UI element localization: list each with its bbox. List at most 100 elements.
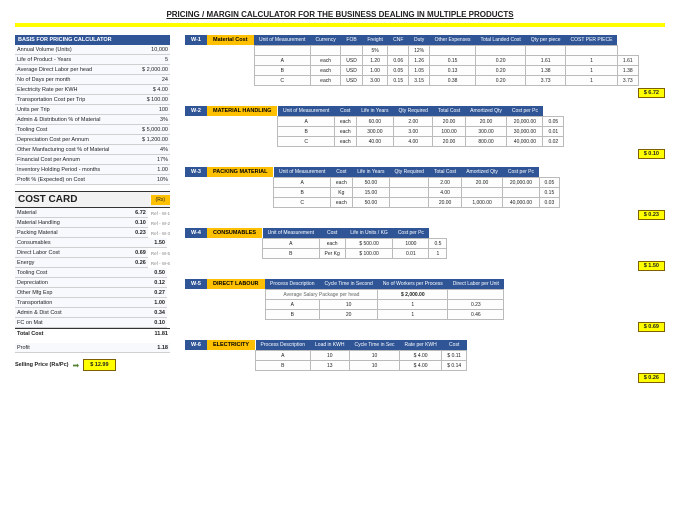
wtag: W-6 <box>185 340 207 350</box>
subcell <box>526 46 566 56</box>
cell: 1,000.00 <box>461 198 503 208</box>
basis-key: Life of Product - Years <box>17 57 71 63</box>
cell: B <box>254 66 310 76</box>
cell: B <box>274 188 330 198</box>
cell: 20,000.00 <box>507 117 543 127</box>
title-highlight <box>15 23 665 27</box>
cell: 40,000.00 <box>507 137 543 147</box>
costcard-row: Tooling Cost0.50 <box>15 268 167 278</box>
cell: each <box>334 117 356 127</box>
costcard-unit: (Rs) <box>151 195 170 205</box>
cell <box>390 198 429 208</box>
cell: 20.00 <box>461 178 503 188</box>
basis-key: Inventory Holding Period - months <box>17 167 100 173</box>
wtag: W-5 <box>185 279 207 289</box>
basis-key: Other Manfacturing cost % of Material <box>17 147 109 153</box>
wname: ELECTRICITY <box>207 340 255 350</box>
basis-row: Tooling Cost$ 5,000.00 <box>15 125 170 135</box>
cell: 10 <box>319 300 377 310</box>
basis-row: Units per Trip100 <box>15 105 170 115</box>
wtable: Unit of MeasurementCurrencyFOBFreightCNF… <box>254 35 639 86</box>
basis-val: 4% <box>138 147 168 153</box>
worksheet-W-2: W-2MATERIAL HANDLINGUnit of MeasurementC… <box>185 106 665 159</box>
costcard-row: Depreciation 0.12 <box>15 278 167 288</box>
cc-val: 0.12 <box>135 280 165 286</box>
cell: 0.15 <box>430 56 476 66</box>
table-row: Aeach$ 500.0010000.5 <box>263 239 447 249</box>
cc-ref: Ref - W-2 <box>151 221 170 226</box>
cc-key: Tooling Cost <box>17 270 47 276</box>
basis-val: 10,000 <box>138 47 168 53</box>
basis-key: Transportation Cost per Trip <box>17 97 85 103</box>
cell: each <box>319 239 345 249</box>
cc-ref: Ref - W-6 <box>151 261 170 266</box>
cell: 20.00 <box>433 117 465 127</box>
th: Amortized Qty <box>461 167 503 178</box>
basis-key: Tooling Cost <box>17 127 47 133</box>
wtable: Unit of MeasurementCostLife in YearsQty … <box>273 167 560 208</box>
costcard-row: Admin & Dist Cost0.34 <box>15 308 167 318</box>
basis-row: Inventory Holding Period - months1.00 <box>15 165 170 175</box>
costcard-row: Direct Labor Cost0.69 <box>15 248 148 258</box>
wname: PACKING MATERIAL <box>207 167 274 177</box>
cc-key: Material Handling <box>17 220 60 226</box>
basis-key: No of Days per month <box>17 77 71 83</box>
basis-val: 100 <box>138 107 168 113</box>
basis-val: 24 <box>138 77 168 83</box>
wname: MATERIAL HANDLING <box>207 106 277 116</box>
th: Unit of Measurement <box>254 35 310 46</box>
th: Other Expenses <box>430 35 476 46</box>
th: Cost <box>319 228 345 239</box>
cell <box>503 188 539 198</box>
th: Unit of Measurement <box>263 228 319 239</box>
wname: Material Cost <box>207 35 254 45</box>
cell: 0.05 <box>543 117 564 127</box>
wtag: W-2 <box>185 106 207 116</box>
basis-row: Annual Volume (Units) 10,000 <box>15 45 170 55</box>
cell: 1 <box>566 76 618 86</box>
costcard-row: Packing Material0.23 <box>15 228 148 238</box>
basis-row: No of Days per month 24 <box>15 75 170 85</box>
cell: 800.00 <box>465 137 507 147</box>
cc-key: Packing Material <box>17 230 58 236</box>
basis-val: 5 <box>138 57 168 63</box>
costcard-header: COST CARD (Rs) <box>15 191 170 208</box>
cell: 1.61 <box>617 56 638 66</box>
cell: Kg <box>330 188 352 198</box>
th: Rate per KWH <box>400 340 442 351</box>
cell: 0.20 <box>475 56 525 66</box>
th: Cycle Time in Second <box>319 279 377 290</box>
cell: 40,000.00 <box>503 198 539 208</box>
cc-key: Depreciation <box>17 280 48 286</box>
cell: 10 <box>349 351 399 361</box>
th: Cost <box>442 340 467 351</box>
basis-row: Admin & Distribution % of Material3% <box>15 115 170 125</box>
basis-key: Annual Volume (Units) <box>17 47 72 53</box>
cell: each <box>310 56 340 66</box>
subcell: 12% <box>409 46 430 56</box>
cc-key: Other Mfg Exp <box>17 290 52 296</box>
cell: 3.73 <box>617 76 638 86</box>
cell: 0.03 <box>539 198 560 208</box>
table-row: AeachUSD1.200.061.260.150.201.6111.61 <box>254 56 638 66</box>
subcell <box>388 46 409 56</box>
sum-box: $ 0.69 <box>638 322 665 332</box>
cell: 300.00 <box>465 127 507 137</box>
total-cost-row: Total Cost 11.81 <box>15 328 170 339</box>
subcell <box>341 46 363 56</box>
cell: $ 4.00 <box>400 361 442 371</box>
cc-key: Consumables <box>17 240 51 246</box>
cell: 50.00 <box>352 198 389 208</box>
th: Life in Units / KG <box>345 228 393 239</box>
profit-label: Profit <box>17 345 30 351</box>
cell: 1.05 <box>409 66 430 76</box>
wtable: Process DescriptionCycle Time in SecondN… <box>265 279 505 320</box>
table-row: Ceach50.0020.001,000.0040,000.000.03 <box>274 198 560 208</box>
total-cost-label: Total Cost <box>17 331 43 337</box>
th: Load in KWH <box>310 340 349 351</box>
cc-val: 0.10 <box>116 220 146 226</box>
worksheet-W-4: W-4CONSUMABLESUnit of MeasurementCostLif… <box>185 228 665 271</box>
cell: 0.23 <box>448 300 504 310</box>
cell: Per Kg <box>319 249 345 259</box>
basis-row: Profit % (Expected) on Cost10% <box>15 175 170 185</box>
